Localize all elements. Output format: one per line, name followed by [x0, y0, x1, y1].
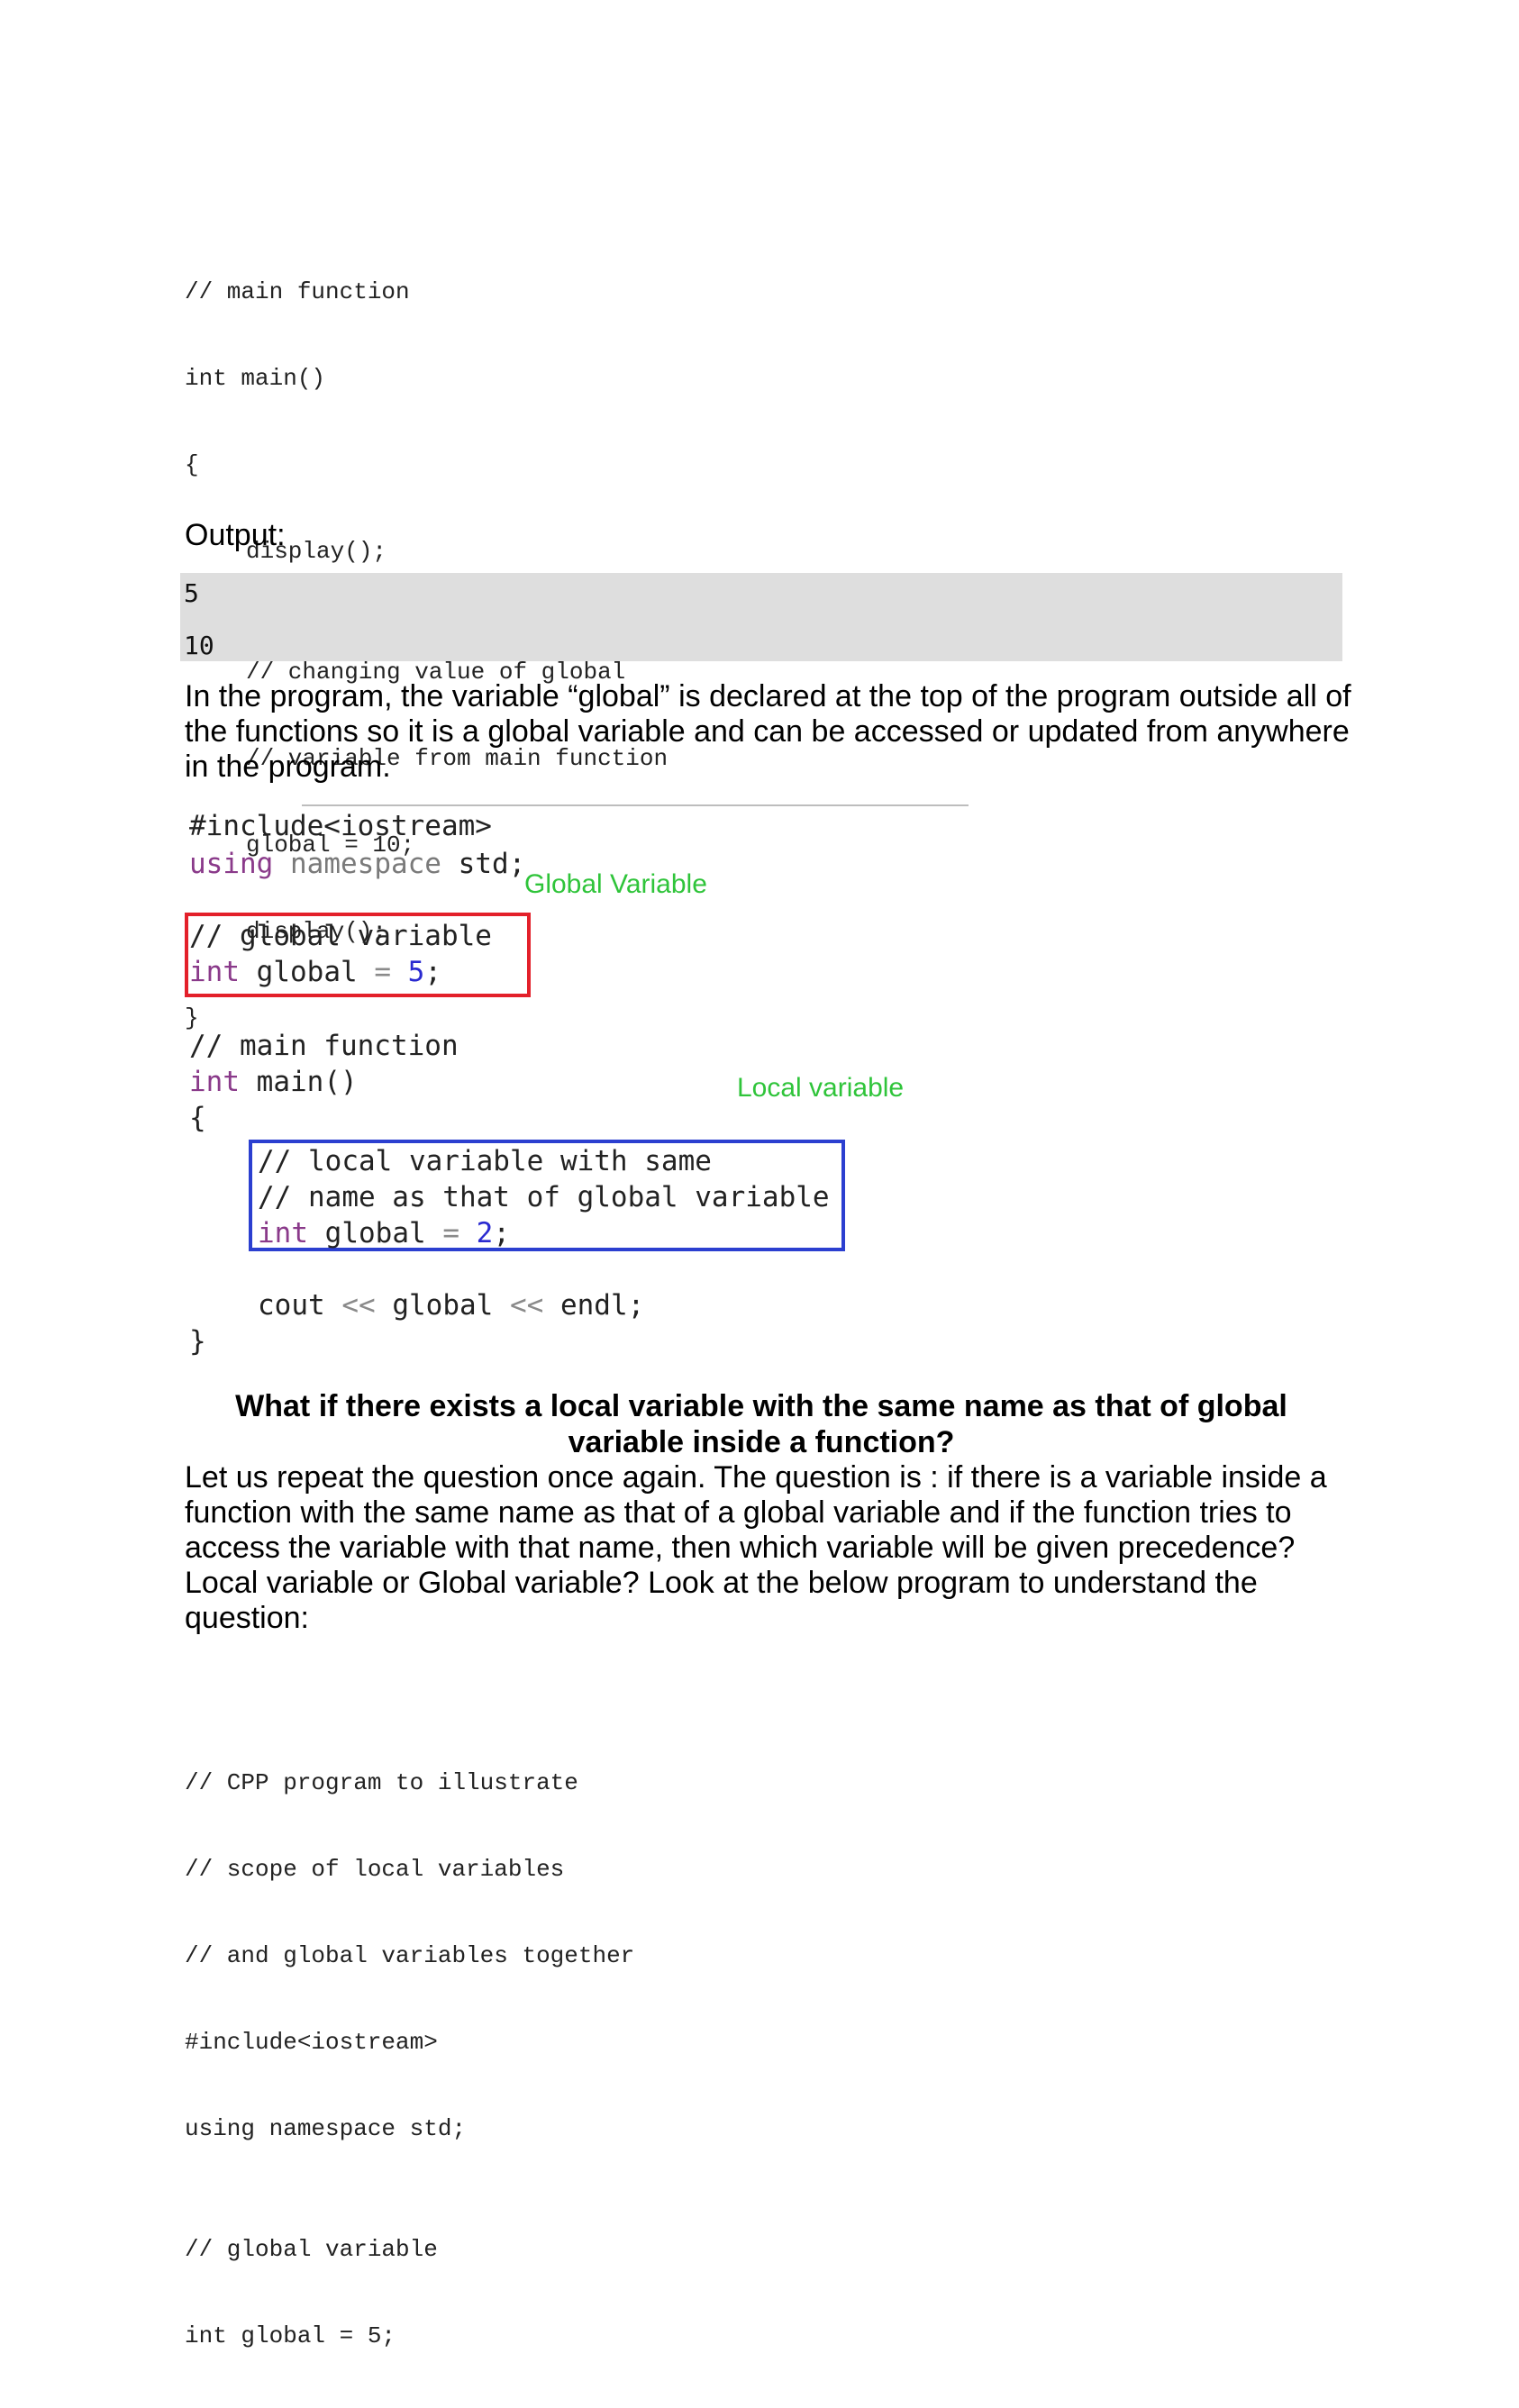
code-include: #include<iostream> — [189, 810, 492, 842]
code-line: int global = 5; — [185, 2322, 396, 2349]
endl-token: endl; — [559, 1289, 645, 1322]
kw-int: int — [189, 1066, 240, 1098]
output-box: 5 10 — [180, 573, 1342, 661]
explanation-paragraph: In the program, the variable “global” is… — [185, 679, 1351, 784]
cout-token: cout — [258, 1289, 325, 1322]
op-assign: = — [442, 1217, 459, 1249]
var-name: global — [324, 1217, 426, 1249]
section-heading: What if there exists a local variable wi… — [235, 1389, 1287, 1459]
op-stream: << — [341, 1289, 376, 1322]
code-local-comment-1: // local variable with same — [258, 1145, 712, 1177]
code-line: using namespace std; — [185, 2115, 467, 2142]
func-name: main() — [256, 1066, 358, 1098]
code-close-brace: } — [189, 1325, 206, 1358]
code-line: #include<iostream> — [185, 2029, 438, 2056]
global-variable-annotation: Global Variable — [524, 869, 707, 899]
semicolon: ; — [424, 956, 442, 988]
code-line: // and global variables together — [185, 1942, 635, 1969]
op-stream: << — [509, 1289, 544, 1322]
std-token: std; — [458, 848, 526, 880]
code-line: // global variable — [185, 2236, 438, 2263]
output-label: Output: — [185, 518, 286, 552]
kw-namespace: namespace — [290, 848, 441, 880]
code-local-decl: int global = 2; — [258, 1215, 510, 1251]
code-using-line: using namespace std; — [189, 846, 525, 882]
code-line: int main() — [185, 365, 326, 392]
code-line: // main function — [185, 278, 410, 305]
code-block-scope: // CPP program to illustrate // scope of… — [185, 1711, 634, 2408]
kw-int: int — [258, 1217, 308, 1249]
num-literal: 5 — [407, 956, 425, 988]
var-name: global — [256, 956, 358, 988]
local-variable-annotation: Local variable — [737, 1073, 905, 1103]
output-value: 5 — [184, 578, 199, 608]
kw-using: using — [189, 848, 274, 880]
semicolon: ; — [493, 1217, 511, 1249]
code-main-comment: // main function — [189, 1030, 459, 1062]
kw-int: int — [189, 956, 240, 988]
code-open-brace: { — [189, 1102, 206, 1134]
code-global-decl: int global = 5; — [189, 954, 441, 990]
code-line: // CPP program to illustrate — [185, 1769, 578, 1796]
op-assign: = — [374, 956, 391, 988]
num-literal: 2 — [476, 1217, 494, 1249]
code-line: // scope of local variables — [185, 1856, 565, 1883]
question-paragraph: Let us repeat the question once again. T… — [185, 1460, 1327, 1635]
code-local-comment-2: // name as that of global variable — [258, 1181, 830, 1213]
code-global-comment: // global variable — [189, 920, 492, 952]
code-line: { — [185, 451, 199, 478]
figure-top-rule — [302, 804, 969, 806]
var-name: global — [392, 1289, 494, 1322]
annotated-code-figure: #include<iostream> using namespace std; … — [180, 797, 973, 1365]
document-page: // main function int main() { display();… — [0, 0, 1519, 2349]
code-cout-line: cout << global << endl; — [258, 1287, 644, 1323]
output-value: 10 — [184, 631, 214, 660]
code-main-signature: int main() — [189, 1064, 358, 1100]
